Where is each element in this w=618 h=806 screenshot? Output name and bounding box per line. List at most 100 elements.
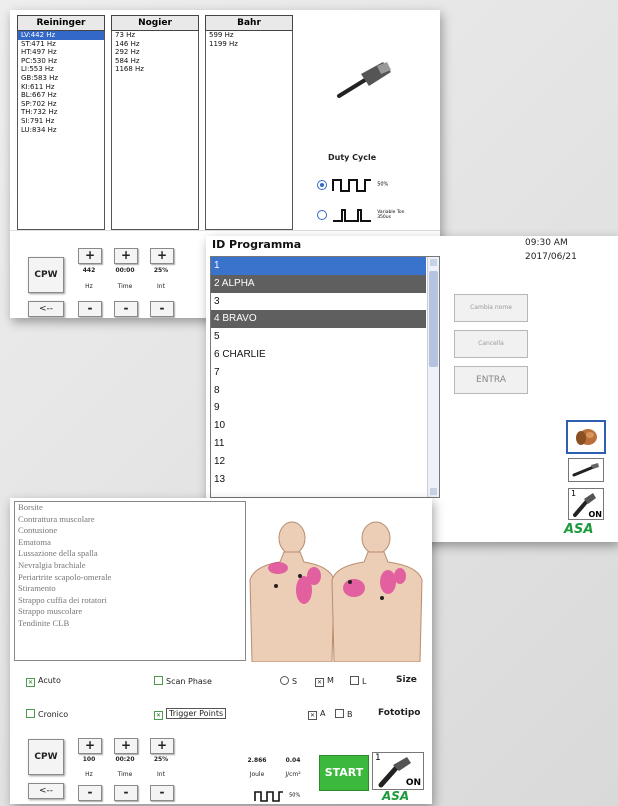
cpw-button-2[interactable]: CPW — [28, 739, 64, 775]
program-row[interactable]: 9 — [211, 399, 426, 417]
size-m-radio[interactable]: ✕ M — [315, 676, 334, 687]
condition-list[interactable]: Borsite Contrattura muscolare Contusione Em… — [14, 501, 246, 661]
time-plus-button[interactable]: + — [114, 248, 138, 264]
program-row[interactable]: 13 — [211, 471, 426, 489]
time-minus-button[interactable]: - — [114, 301, 138, 317]
enter-button[interactable]: ENTRA — [454, 366, 528, 394]
frequency-item[interactable]: LI:553 Hz — [18, 65, 104, 74]
scroll-up-arrow[interactable] — [430, 259, 437, 266]
time-minus-button-2[interactable]: - — [114, 785, 138, 801]
frequency-item[interactable]: TH:732 Hz — [18, 108, 104, 117]
nogier-list[interactable]: 73 Hz 146 Hz 292 Hz 584 Hz 1168 Hz — [111, 31, 199, 230]
duty-radio-variable[interactable] — [317, 209, 327, 220]
duty-50-label: 50% — [377, 181, 389, 188]
energy-value: 2.866 — [247, 757, 267, 764]
trigger-points-checkbox[interactable]: ✕ Trigger Points — [154, 708, 227, 720]
bahr-list[interactable]: 599 Hz 1199 Hz — [205, 31, 293, 230]
scan-phase-checkbox[interactable]: Scan Phase — [154, 676, 212, 686]
fototipo-a-label: A — [320, 709, 326, 718]
size-s-radio[interactable]: S — [280, 676, 297, 686]
back-button-2[interactable]: <-- — [28, 783, 64, 799]
condition-item[interactable]: Nevralgia brachiale — [15, 560, 245, 572]
delete-button[interactable]: Cancella — [454, 330, 528, 358]
duty-radio-50[interactable] — [317, 179, 327, 190]
condition-item[interactable]: Ematoma — [15, 537, 245, 549]
frequency-item[interactable]: 146 Hz — [112, 40, 198, 49]
frequency-item[interactable]: SP:702 Hz — [18, 100, 104, 109]
frequency-item[interactable]: GB:583 Hz — [18, 74, 104, 83]
rename-button[interactable]: Cambia nome — [454, 294, 528, 322]
size-l-radio[interactable]: L — [350, 676, 366, 686]
frequency-item[interactable]: 73 Hz — [112, 31, 198, 40]
program-row[interactable]: 1 — [211, 257, 426, 275]
program-row[interactable]: 8 — [211, 382, 426, 400]
program-row[interactable]: 11 — [211, 435, 426, 453]
cronico-checkbox[interactable]: Cronico — [26, 709, 68, 719]
density-unit: J/cm² — [285, 771, 301, 778]
laser-probe-button[interactable] — [566, 420, 606, 454]
time-plus-button-2[interactable]: + — [114, 738, 138, 754]
program-row[interactable]: 7 — [211, 364, 426, 382]
fototipo-b-radio[interactable]: B — [335, 709, 353, 719]
acuto-checkbox[interactable]: ✕ Acuto — [26, 676, 61, 687]
program-row[interactable]: 5 — [211, 328, 426, 346]
frequency-item[interactable]: 292 Hz — [112, 48, 198, 57]
int-minus-button-2[interactable]: - — [150, 785, 174, 801]
probe-on-button[interactable]: 1 ON — [568, 488, 604, 520]
pen-probe-button[interactable] — [568, 458, 604, 482]
condition-item[interactable]: Lussazione della spalla — [15, 548, 245, 560]
frequency-item[interactable]: HT:497 Hz — [18, 48, 104, 57]
scroll-down-arrow[interactable] — [430, 488, 437, 495]
hz-label: Hz — [85, 283, 93, 290]
back-button[interactable]: <-- — [28, 301, 64, 317]
int-value-2: 25% — [153, 756, 169, 763]
hz-minus-button[interactable]: - — [78, 301, 102, 317]
condition-item[interactable]: Strappo cuffia dei rotatori — [15, 595, 245, 607]
program-row[interactable]: 2 ALPHA — [211, 274, 426, 293]
condition-item[interactable]: Stiramento — [15, 583, 245, 595]
frequency-item[interactable]: SI:791 Hz — [18, 117, 104, 126]
check-icon: ✕ — [308, 711, 317, 720]
frequency-item[interactable]: PC:530 Hz — [18, 57, 104, 66]
program-row[interactable]: 4 BRAVO — [211, 310, 426, 329]
frequency-item[interactable]: 1168 Hz — [112, 65, 198, 74]
hz-plus-button[interactable]: + — [78, 248, 102, 264]
program-row[interactable]: 3 — [211, 293, 426, 311]
cpw-button[interactable]: CPW — [28, 257, 64, 293]
scrollbar[interactable] — [427, 257, 439, 497]
frequency-item[interactable]: 584 Hz — [112, 57, 198, 66]
condition-item[interactable]: Strappo muscolare — [15, 606, 245, 618]
condition-item[interactable]: Contusione — [15, 525, 245, 537]
frequency-item[interactable]: 599 Hz — [206, 31, 292, 40]
frequency-item[interactable]: BL:667 Hz — [18, 91, 104, 100]
frequency-item[interactable]: ST:471 Hz — [18, 40, 104, 49]
reininger-list[interactable]: LV:442 Hz ST:471 Hz HT:497 Hz PC:530 Hz LI:5… — [17, 31, 105, 230]
hz-value-2: 100 — [82, 756, 96, 763]
acuto-label: Acuto — [38, 676, 61, 685]
frequency-item[interactable]: KI:611 Hz — [18, 83, 104, 92]
condition-item[interactable]: Periartrite scapolo-omerale — [15, 572, 245, 584]
size-m-label: M — [327, 676, 334, 685]
int-plus-button-2[interactable]: + — [150, 738, 174, 754]
int-minus-button[interactable]: - — [150, 301, 174, 317]
duty-option-50[interactable]: 50% — [317, 174, 388, 193]
frequency-item[interactable]: LV:442 Hz — [18, 31, 104, 40]
program-row[interactable]: 6 CHARLIE — [211, 346, 426, 364]
fototipo-a-radio[interactable]: ✕ A — [308, 709, 325, 720]
program-list[interactable]: 12 ALPHA 3 4 BRAVO 5 6 CHARLIE 7 8 9 10 11 12 13 — [210, 256, 440, 498]
condition-item[interactable]: Contrattura muscolare — [15, 514, 245, 526]
frequency-item[interactable]: 1199 Hz — [206, 40, 292, 49]
int-plus-button[interactable]: + — [150, 248, 174, 264]
hz-minus-button-2[interactable]: - — [78, 785, 102, 801]
probe-on-button-2[interactable]: 1 ON — [372, 752, 424, 790]
hz-plus-button-2[interactable]: + — [78, 738, 102, 754]
duty-option-variable[interactable]: Variable Ton 350us — [317, 204, 405, 223]
condition-item[interactable]: Borsite — [15, 502, 245, 514]
scroll-thumb[interactable] — [429, 271, 438, 367]
frequency-item[interactable]: LU:834 Hz — [18, 126, 104, 135]
condition-item[interactable]: Tendinite CLB — [15, 618, 245, 630]
start-button[interactable]: START — [319, 755, 369, 791]
program-row[interactable]: 10 — [211, 417, 426, 435]
bahr-column: Bahr 599 Hz 1199 Hz — [205, 15, 293, 230]
program-row[interactable]: 12 — [211, 453, 426, 471]
